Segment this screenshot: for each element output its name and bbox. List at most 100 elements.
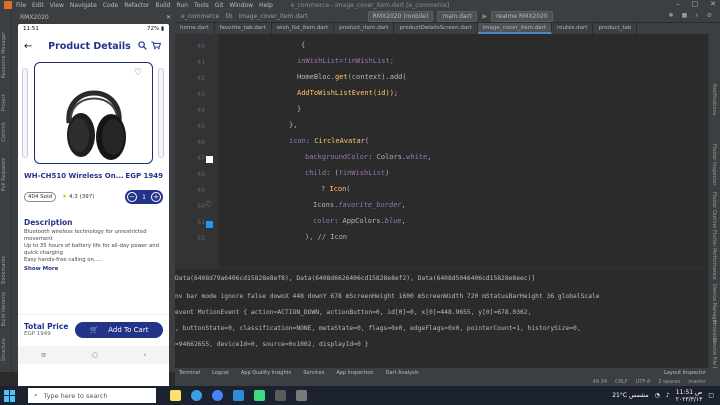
breadcrumb-file[interactable]: image_cover_item.dart	[239, 13, 308, 20]
cursor-position[interactable]: 46:34	[593, 379, 607, 385]
breadcrumb-lib[interactable]: lib	[225, 13, 232, 20]
app-quality-insights-tab[interactable]: App Quality Insights	[241, 370, 291, 376]
debug-icon[interactable]: ✱	[669, 12, 674, 20]
device-selector[interactable]: RMX2020 (mobile)	[367, 10, 434, 22]
recents-icon[interactable]: ≡	[41, 351, 47, 359]
system-tray: 21°C مشمس ◔ ♪ 11:51 ص ٢٠٢٣/٣/١٣ ▢	[612, 389, 720, 403]
emulator-close-icon[interactable]: ✕	[166, 14, 171, 21]
taskbar-clock[interactable]: 11:51 ص ٢٠٢٣/٣/١٣	[676, 389, 703, 403]
structure-tab[interactable]: Structure	[1, 338, 7, 361]
logcat-tab[interactable]: Logcat	[212, 370, 229, 376]
build-variants-tab[interactable]: Build Variants	[1, 292, 7, 326]
menu-help[interactable]: Help	[259, 2, 273, 9]
favorite-heart-icon[interactable]: ♡	[134, 68, 144, 78]
menu-file[interactable]: File	[16, 2, 26, 9]
file-explorer-icon[interactable]	[170, 390, 181, 401]
line-separator[interactable]: CRLF	[615, 379, 628, 385]
project-tab[interactable]: Project	[1, 94, 7, 111]
flutter-outline-tab[interactable]: Flutter Outline	[711, 192, 717, 228]
product-image-carousel[interactable]: ♡	[18, 58, 169, 168]
increase-quantity-button[interactable]: +	[151, 192, 161, 202]
show-more-link[interactable]: Show More	[18, 266, 169, 272]
network-icon[interactable]: ◔	[655, 392, 660, 399]
app-icon[interactable]	[296, 390, 307, 401]
chrome-icon[interactable]	[212, 390, 223, 401]
editor-tabs: home.dart favorite_tab.dart wish_list_it…	[175, 23, 720, 34]
cart-icon[interactable]	[149, 41, 163, 52]
menu-code[interactable]: Code	[103, 2, 118, 9]
menu-build[interactable]: Build	[155, 2, 170, 9]
tab-product-details[interactable]: productDetailsScreen.dart	[394, 23, 478, 34]
stop-icon[interactable]: ■	[682, 12, 688, 20]
flutter-inspector-tab[interactable]: Flutter Inspector	[711, 144, 717, 185]
tab-favorite[interactable]: favorite_tab.dart	[215, 23, 272, 34]
file-encoding[interactable]: UTF-8	[636, 379, 651, 385]
rating-text: 4.3 (397)	[69, 194, 95, 200]
volume-icon[interactable]: ♪	[666, 392, 670, 399]
dart-analysis-tab[interactable]: Dart Analysis	[386, 370, 419, 376]
code-line: Icons.favorite_border,	[313, 201, 406, 209]
pull-requests-tab[interactable]: Pull Requests	[1, 158, 7, 191]
home-icon[interactable]: ○	[92, 351, 98, 359]
tab-routes[interactable]: routes.dart	[552, 23, 594, 34]
edge-icon[interactable]	[191, 390, 202, 401]
tab-product-item[interactable]: product_item.dart	[334, 23, 395, 34]
close-icon[interactable]: ✕	[710, 0, 716, 8]
menu-refactor[interactable]: Refactor	[124, 2, 149, 9]
run-icon[interactable]: ▶	[483, 13, 488, 20]
bookmarks-tab[interactable]: Bookmarks	[1, 256, 7, 284]
minimize-icon[interactable]: –	[676, 0, 680, 8]
settings-icon[interactable]: ⚙	[707, 12, 712, 20]
windows-start-icon[interactable]	[4, 389, 16, 402]
notification-center-icon[interactable]: ▢	[708, 392, 714, 399]
git-branch-status[interactable]: master	[688, 379, 706, 385]
menu-git[interactable]: Git	[215, 2, 224, 9]
tab-image-cover-item[interactable]: image_cover_item.dart	[477, 23, 553, 34]
back-arrow-icon[interactable]: ←	[24, 41, 44, 52]
app-icon[interactable]	[275, 390, 286, 401]
code-line: icon: CircleAvatar(	[289, 137, 370, 145]
search-everywhere-icon[interactable]: ⌕	[695, 12, 698, 20]
headphones-image	[66, 90, 126, 160]
code-line: HomeBloc.get(context).add(	[297, 73, 407, 81]
line-number: 50	[197, 202, 205, 210]
services-tab[interactable]: Services	[303, 370, 324, 376]
maximize-icon[interactable]: □	[692, 0, 699, 8]
layout-inspector-tab[interactable]: Layout Inspector	[664, 370, 706, 376]
menu-window[interactable]: Window	[229, 2, 253, 9]
git-branch-selector[interactable]: realme RMX2020	[491, 10, 553, 22]
menu-navigate[interactable]: Navigate	[70, 2, 97, 9]
menu-tools[interactable]: Tools	[194, 2, 209, 9]
resource-manager-tab[interactable]: Resource Manager	[1, 32, 7, 78]
terminal-tab[interactable]: Terminal	[179, 370, 200, 376]
ide-status-bar: 46:34 CRLF UTF-8 2 spaces master	[175, 378, 720, 386]
device-manager-tab[interactable]: Device Manager	[711, 284, 717, 325]
line-number: 46	[197, 138, 205, 146]
tab-home[interactable]: home.dart	[175, 23, 215, 34]
weather-widget[interactable]: 21°C مشمس	[612, 392, 648, 399]
vscode-icon[interactable]	[233, 390, 244, 401]
search-icon[interactable]	[135, 40, 149, 52]
run-config-selector[interactable]: main.dart	[437, 10, 477, 22]
run-console[interactable]: Data(6408d79a6406cd15828e8ef8), Data(640…	[175, 268, 708, 368]
code-editor[interactable]: { inWishList=!inWishList; HomeBloc.get(c…	[219, 34, 708, 268]
tab-product-tab[interactable]: product_tab	[593, 23, 638, 34]
commit-tab[interactable]: Commit	[1, 122, 7, 142]
app-inspection-tab[interactable]: App Inspection	[336, 370, 373, 376]
menu-run[interactable]: Run	[176, 2, 188, 9]
menu-view[interactable]: View	[50, 2, 64, 9]
taskbar-search-box[interactable]: ⌕ Type here to search	[28, 388, 156, 403]
total-price-value: EGP 1949	[24, 331, 51, 337]
menu-edit[interactable]: Edit	[32, 2, 44, 9]
phone-screen[interactable]: 11:51 72% ▮ ← Product Details ♡ WH-CH510…	[18, 24, 169, 400]
android-studio-taskbar-icon[interactable]	[254, 390, 265, 401]
flutter-performance-tab[interactable]: Flutter Performance	[711, 230, 717, 280]
notifications-tab[interactable]: Notifications	[711, 84, 717, 115]
decrease-quantity-button[interactable]: −	[127, 192, 137, 202]
indent-setting[interactable]: 2 spaces	[658, 379, 680, 385]
taskbar-search-placeholder: Type here to search	[43, 391, 108, 400]
add-to-cart-button[interactable]: 🛒 Add To Cart	[75, 321, 163, 338]
tab-wish-list-item[interactable]: wish_list_item.dart	[272, 23, 335, 34]
back-nav-icon[interactable]: ‹	[143, 351, 146, 359]
breadcrumb-project[interactable]: e_commerce	[181, 13, 219, 20]
